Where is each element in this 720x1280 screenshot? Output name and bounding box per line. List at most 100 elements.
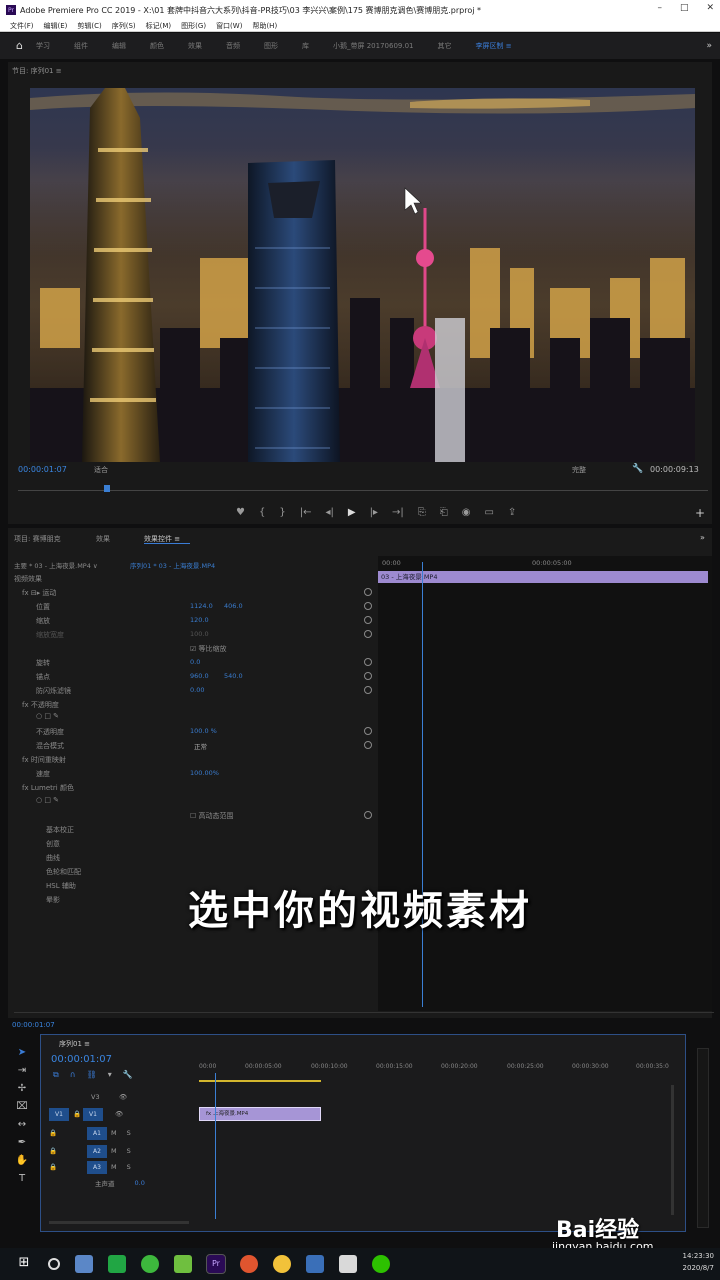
- workspace-audio[interactable]: 音频: [226, 41, 240, 51]
- effect-controls-timecode[interactable]: 00:00:01:07: [12, 1021, 55, 1029]
- app-icon[interactable]: [75, 1255, 93, 1273]
- workspace-custom-3[interactable]: 李屏区制 ≡: [476, 41, 512, 51]
- lock-icon[interactable]: 🔒: [49, 1129, 87, 1137]
- comparison-view-button[interactable]: ▭: [484, 507, 493, 518]
- master-volume-value[interactable]: 0.0: [135, 1179, 145, 1187]
- program-scrub-bar[interactable]: [18, 490, 708, 491]
- reset-anti-flicker-icon[interactable]: [364, 686, 372, 694]
- app-icon[interactable]: [306, 1255, 324, 1273]
- reset-lumetri-icon[interactable]: [364, 811, 372, 819]
- track-a3[interactable]: 🔒 A3 M S: [41, 1159, 671, 1175]
- opacity-mask-tools[interactable]: ○ □ ✎: [36, 712, 59, 720]
- track-master[interactable]: 主声道 0.0: [41, 1175, 671, 1191]
- workspace-custom-2[interactable]: 其它: [438, 41, 452, 51]
- selection-tool-icon[interactable]: ➤: [12, 1044, 32, 1062]
- linked-selection-icon[interactable]: ⛓: [87, 1070, 97, 1080]
- position-y-value[interactable]: 406.0: [224, 602, 243, 610]
- button-editor-add[interactable]: +: [695, 506, 705, 520]
- ripple-edit-tool-icon[interactable]: ✢: [12, 1080, 32, 1098]
- timeline-left-scrollbar[interactable]: [49, 1221, 189, 1224]
- extract-button[interactable]: ⎗: [440, 507, 448, 518]
- go-to-out-button[interactable]: →|: [392, 507, 404, 518]
- timeline-playhead[interactable]: [215, 1073, 216, 1219]
- uniform-scale-checkbox[interactable]: ☑ 等比缩放: [190, 644, 227, 654]
- step-back-button[interactable]: ◂|: [325, 507, 333, 518]
- lumetri-curves[interactable]: 曲线: [46, 853, 60, 863]
- track-select-tool-icon[interactable]: ⇥: [12, 1062, 32, 1080]
- reset-blend-icon[interactable]: [364, 741, 372, 749]
- reset-anchor-icon[interactable]: [364, 672, 372, 680]
- go-to-in-button[interactable]: |←: [300, 507, 312, 518]
- menu-graphics[interactable]: 图形(G): [181, 21, 206, 31]
- reset-opacity-icon[interactable]: [364, 727, 372, 735]
- insert-sequence-icon[interactable]: ⧉: [53, 1070, 59, 1080]
- speed-value[interactable]: 100.00%: [190, 769, 219, 777]
- panel-more-button[interactable]: »: [700, 533, 705, 542]
- windows-start-icon[interactable]: ⊞: [15, 1255, 33, 1273]
- scale-value[interactable]: 120.0: [190, 616, 209, 624]
- menu-window[interactable]: 窗口(W): [216, 21, 242, 31]
- step-forward-button[interactable]: |▸: [370, 507, 378, 518]
- workspace-libraries[interactable]: 库: [302, 41, 309, 51]
- hdr-checkbox[interactable]: ☐ 高动态范围: [190, 811, 234, 821]
- menu-clip[interactable]: 剪辑(C): [77, 21, 101, 31]
- reset-scale-width-icon[interactable]: [364, 630, 372, 638]
- solo-button[interactable]: S: [127, 1163, 131, 1171]
- app-icon[interactable]: [240, 1255, 258, 1273]
- lumetri-creative[interactable]: 创意: [46, 839, 60, 849]
- minimize-button[interactable]: –: [657, 3, 662, 13]
- app-icon[interactable]: [174, 1255, 192, 1273]
- home-icon[interactable]: ⌂: [16, 40, 30, 52]
- program-monitor-title[interactable]: 节目: 序列01 ≡: [12, 66, 62, 76]
- blend-mode-dropdown[interactable]: 正常: [194, 741, 207, 751]
- razor-tool-icon[interactable]: ⌧: [12, 1098, 32, 1116]
- lock-icon[interactable]: 🔒: [73, 1110, 83, 1118]
- track-target-v1[interactable]: V1: [83, 1107, 103, 1121]
- timeline-vertical-scrollbar[interactable]: [671, 1085, 674, 1215]
- premiere-taskbar-icon[interactable]: Pr: [206, 1254, 226, 1274]
- workspace-more-button[interactable]: »: [706, 41, 712, 51]
- slip-tool-icon[interactable]: ↔: [12, 1116, 32, 1134]
- workspace-editing[interactable]: 编辑: [112, 41, 126, 51]
- reset-rotation-icon[interactable]: [364, 658, 372, 666]
- reset-scale-icon[interactable]: [364, 616, 372, 624]
- workspace-learn[interactable]: 学习: [36, 41, 50, 51]
- mini-playhead[interactable]: [422, 562, 423, 1007]
- zoom-fit-dropdown[interactable]: 适合: [94, 465, 108, 475]
- source-patch-v1[interactable]: V1: [49, 1107, 69, 1121]
- rotation-value[interactable]: 0.0: [190, 658, 200, 666]
- menu-sequence[interactable]: 序列(S): [112, 21, 136, 31]
- timeline-sequence-tab[interactable]: 序列01 ≡: [59, 1039, 90, 1049]
- effect-lumetri-color[interactable]: fx Lumetri 颜色: [22, 783, 74, 793]
- menu-help[interactable]: 帮助(H): [252, 21, 277, 31]
- tab-effects[interactable]: 效果: [96, 534, 110, 544]
- track-target-a3[interactable]: A3: [87, 1160, 107, 1174]
- anchor-y-value[interactable]: 540.0: [224, 672, 243, 680]
- snap-icon[interactable]: ∩: [70, 1070, 76, 1080]
- solo-button[interactable]: S: [127, 1129, 131, 1137]
- track-v1[interactable]: V1 🔒 V1 👁: [41, 1106, 671, 1122]
- workspace-effects[interactable]: 效果: [188, 41, 202, 51]
- lumetri-color-wheels[interactable]: 色轮和匹配: [46, 867, 81, 877]
- pen-tool-icon[interactable]: ✒: [12, 1134, 32, 1152]
- workspace-custom-1[interactable]: 小鹅_带屏 20170609.01: [333, 41, 414, 51]
- lock-icon[interactable]: 🔒: [49, 1163, 87, 1171]
- vr-button[interactable]: ⇪: [508, 507, 516, 518]
- anti-flicker-value[interactable]: 0.00: [190, 686, 204, 694]
- menu-marker[interactable]: 标记(M): [146, 21, 172, 31]
- lock-icon[interactable]: 🔒: [49, 1147, 87, 1155]
- app-icon[interactable]: [108, 1255, 126, 1273]
- master-clip-selector[interactable]: 主要 * 03 - 上海夜景.MP4 ∨: [14, 560, 98, 570]
- workspace-graphics[interactable]: 图形: [264, 41, 278, 51]
- anchor-x-value[interactable]: 960.0: [190, 672, 209, 680]
- video-clip[interactable]: fx 上海夜景.MP4: [199, 1107, 321, 1121]
- effect-opacity[interactable]: fx 不透明度: [22, 700, 59, 710]
- reset-motion-icon[interactable]: [364, 588, 372, 596]
- lift-button[interactable]: ⎘: [418, 507, 426, 518]
- close-button[interactable]: ✕: [706, 3, 714, 13]
- work-area-bar[interactable]: [199, 1080, 321, 1082]
- eye-icon[interactable]: 👁: [119, 1093, 127, 1101]
- menu-file[interactable]: 文件(F): [10, 21, 34, 31]
- timeline-timecode[interactable]: 00:00:01:07: [51, 1054, 112, 1065]
- hand-tool-icon[interactable]: ✋: [12, 1152, 32, 1170]
